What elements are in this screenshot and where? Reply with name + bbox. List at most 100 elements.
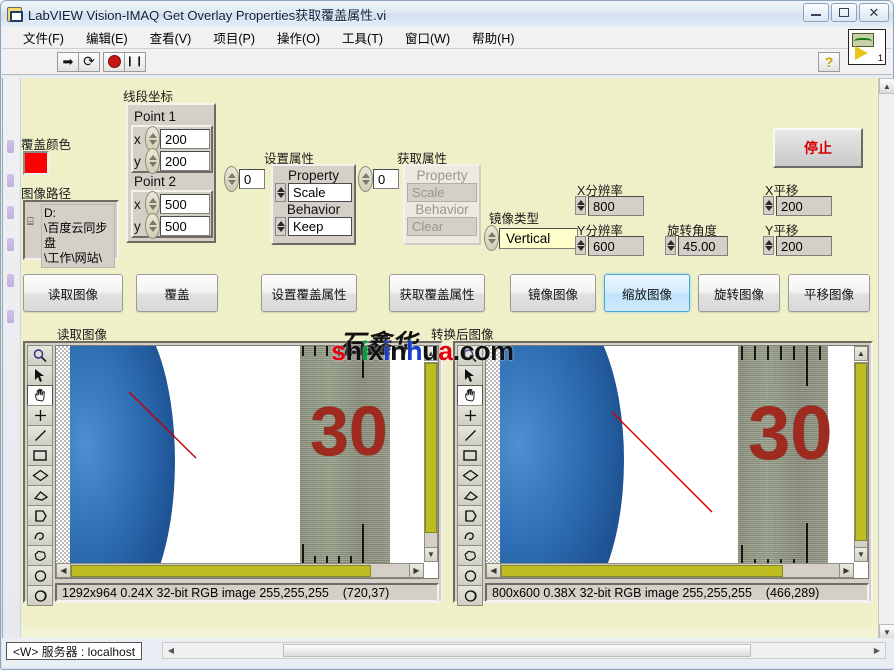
pause-button[interactable]: [124, 52, 146, 72]
set-behavior-value[interactable]: Keep: [288, 217, 352, 236]
menu-view[interactable]: 查看(V): [139, 26, 203, 49]
get-props-index-value[interactable]: 0: [373, 169, 399, 189]
freehand-region-tool-icon[interactable]: [27, 545, 53, 566]
polygon-tool-icon[interactable]: [457, 485, 483, 506]
annulus-tool-icon[interactable]: [457, 585, 483, 606]
oval-tool-icon[interactable]: [27, 565, 53, 586]
x-shift-value[interactable]: 200: [776, 196, 832, 216]
polygon-tool-icon[interactable]: [27, 485, 53, 506]
left-viewer-scroll-right[interactable]: ▶: [409, 563, 424, 578]
minimize-button[interactable]: [803, 3, 829, 22]
y-shift-control[interactable]: 200: [763, 236, 832, 256]
x-resolution-control[interactable]: 800: [575, 196, 644, 216]
mirror-type-spinner[interactable]: [484, 225, 499, 251]
menu-file[interactable]: 文件(F): [12, 26, 75, 49]
menu-edit[interactable]: 编辑(E): [75, 26, 139, 49]
read-image-button[interactable]: 读取图像: [23, 274, 123, 312]
help-icon[interactable]: ?: [818, 52, 840, 72]
right-viewer-vscroll-thumb[interactable]: [855, 363, 867, 541]
left-viewer-hscroll-thumb[interactable]: [71, 565, 371, 577]
point2-y-value[interactable]: 500: [160, 216, 210, 236]
mirror-image-button[interactable]: 镜像图像: [510, 274, 596, 312]
pan-hand-tool-icon[interactable]: [27, 385, 53, 406]
overlay-color-swatch[interactable]: [23, 151, 49, 175]
rectangle-tool-icon[interactable]: [457, 445, 483, 466]
right-viewer-scroll-up[interactable]: ▲: [854, 346, 868, 361]
vi-connector-icon[interactable]: 1: [848, 29, 886, 65]
panel-vertical-scrollbar[interactable]: ▲ ▼: [878, 78, 894, 640]
run-continuously-button[interactable]: [78, 52, 100, 72]
rotate-angle-value[interactable]: 45.00: [678, 236, 728, 256]
right-image-canvas[interactable]: 30 ▲ ▼ ◀ ▶: [485, 345, 869, 579]
rotate-image-button[interactable]: 旋转图像: [698, 274, 780, 312]
x-resolution-spinner[interactable]: [575, 196, 586, 215]
y-shift-value[interactable]: 200: [776, 236, 832, 256]
right-viewer-scroll-right[interactable]: ▶: [839, 563, 854, 578]
set-props-index-control[interactable]: 0: [224, 166, 265, 192]
hscroll-left-arrow[interactable]: ◀: [163, 643, 179, 658]
window-horizontal-scrollbar[interactable]: ◀ ▶: [162, 642, 886, 659]
scale-image-button[interactable]: 缩放图像: [604, 274, 690, 312]
menu-help[interactable]: 帮助(H): [461, 26, 525, 49]
annulus-tool-icon[interactable]: [27, 585, 53, 606]
freehand-line-tool-icon[interactable]: [457, 525, 483, 546]
broken-line-tool-icon[interactable]: [27, 505, 53, 526]
overlay-button[interactable]: 覆盖: [136, 274, 218, 312]
point2-x-value[interactable]: 500: [160, 194, 210, 214]
hscroll-right-arrow[interactable]: ▶: [869, 643, 885, 658]
y-resolution-spinner[interactable]: [575, 236, 586, 255]
point-tool-icon[interactable]: [27, 405, 53, 426]
left-viewer-scroll-down[interactable]: ▼: [424, 547, 438, 562]
left-viewer-vscroll-thumb[interactable]: [425, 363, 437, 533]
pan-hand-tool-icon[interactable]: [457, 385, 483, 406]
rotated-rectangle-tool-icon[interactable]: [457, 465, 483, 486]
arrow-select-tool-icon[interactable]: [27, 365, 53, 386]
maximize-button[interactable]: [831, 3, 857, 22]
x-shift-spinner[interactable]: [763, 196, 774, 215]
run-button[interactable]: [57, 52, 79, 72]
menu-project[interactable]: 项目(P): [202, 26, 266, 49]
point2-y-spinner[interactable]: [145, 213, 160, 239]
close-button[interactable]: ✕: [859, 3, 889, 22]
right-viewer-scroll-down[interactable]: ▼: [854, 547, 868, 562]
menu-window[interactable]: 窗口(W): [394, 26, 461, 49]
oval-tool-icon[interactable]: [457, 565, 483, 586]
left-image-canvas[interactable]: 30 ▲ ▼ ◀ ▶: [55, 345, 439, 579]
hscroll-thumb[interactable]: [283, 644, 751, 657]
get-overlay-properties-button[interactable]: 获取覆盖属性: [389, 274, 485, 312]
y-resolution-control[interactable]: 600: [575, 236, 644, 256]
broken-line-tool-icon[interactable]: [457, 505, 483, 526]
right-viewer-scroll-left[interactable]: ◀: [486, 563, 501, 578]
shift-image-button[interactable]: 平移图像: [788, 274, 870, 312]
mirror-type-control[interactable]: Vertical: [484, 225, 578, 251]
line-tool-icon[interactable]: [457, 425, 483, 446]
rotate-angle-spinner[interactable]: [665, 236, 676, 255]
left-viewer-scroll-up[interactable]: ▲: [424, 346, 438, 361]
stop-button[interactable]: 停止: [773, 128, 863, 168]
panel-scroll-up[interactable]: ▲: [879, 78, 894, 94]
point1-y-value[interactable]: 200: [160, 151, 210, 171]
set-property-value[interactable]: Scale: [288, 183, 352, 202]
arrow-select-tool-icon[interactable]: [457, 365, 483, 386]
line-tool-icon[interactable]: [27, 425, 53, 446]
x-resolution-value[interactable]: 800: [588, 196, 644, 216]
get-props-index-spinner[interactable]: [358, 166, 373, 192]
zoom-tool-icon[interactable]: [27, 345, 53, 366]
x-shift-control[interactable]: 200: [763, 196, 832, 216]
rotate-angle-control[interactable]: 45.00: [665, 236, 728, 256]
freehand-region-tool-icon[interactable]: [457, 545, 483, 566]
point1-x-value[interactable]: 200: [160, 129, 210, 149]
left-image-viewer[interactable]: 30 ▲ ▼ ◀ ▶ 1292x964 0.: [23, 341, 443, 603]
right-image-viewer[interactable]: 30 ▲ ▼ ◀ ▶ 800x600 0.38X 32-bit R: [453, 341, 873, 603]
y-shift-spinner[interactable]: [763, 236, 774, 255]
set-property-spinner[interactable]: [275, 183, 286, 202]
mirror-type-value[interactable]: Vertical: [499, 228, 578, 249]
point-tool-icon[interactable]: [457, 405, 483, 426]
get-props-index-control[interactable]: 0: [358, 166, 399, 192]
set-props-index-value[interactable]: 0: [239, 169, 265, 189]
rotated-rectangle-tool-icon[interactable]: [27, 465, 53, 486]
freehand-line-tool-icon[interactable]: [27, 525, 53, 546]
right-viewer-hscroll-thumb[interactable]: [501, 565, 783, 577]
set-behavior-spinner[interactable]: [275, 217, 286, 236]
rectangle-tool-icon[interactable]: [27, 445, 53, 466]
